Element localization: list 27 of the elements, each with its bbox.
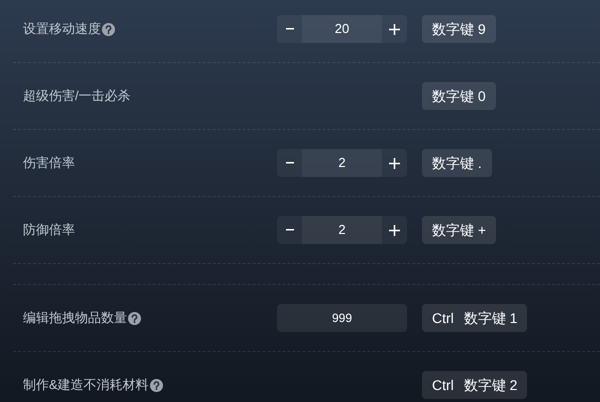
setting-label: 伤害倍率 <box>23 154 75 172</box>
key-label: Ctrl <box>432 376 454 394</box>
key-label: 数字键 + <box>432 220 486 240</box>
key-label: 数字键 0 <box>432 86 486 106</box>
plus-icon <box>389 224 400 236</box>
minus-icon <box>286 162 294 164</box>
value-field[interactable]: 20 <box>302 15 382 43</box>
value-field[interactable]: 2 <box>302 149 382 177</box>
plus-icon <box>389 158 400 168</box>
plus-icon <box>389 24 400 34</box>
setting-label: 防御倍率 <box>23 221 75 240</box>
increment-button[interactable] <box>382 216 407 244</box>
setting-label: 设置移动速度 <box>23 20 101 38</box>
key-label: 数字键 9 <box>432 20 486 38</box>
minus-icon <box>286 229 294 231</box>
setting-label: 制作&建造不消耗材料 <box>23 376 149 394</box>
setting-label: 编辑拖拽物品数量 <box>23 309 127 328</box>
key-label: 数字键 1 <box>464 308 518 328</box>
key-label: Ctrl <box>432 308 454 328</box>
setting-label: 超级伤害/一击必杀 <box>23 87 131 106</box>
increment-button[interactable] <box>382 149 407 177</box>
value-field[interactable]: 2 <box>302 216 382 244</box>
key-label: 数字键 2 <box>464 376 518 394</box>
increment-button[interactable] <box>382 15 407 43</box>
minus-icon <box>286 28 294 30</box>
input-field[interactable]: 999 <box>277 304 407 332</box>
key-label: 数字键 . <box>432 154 482 172</box>
